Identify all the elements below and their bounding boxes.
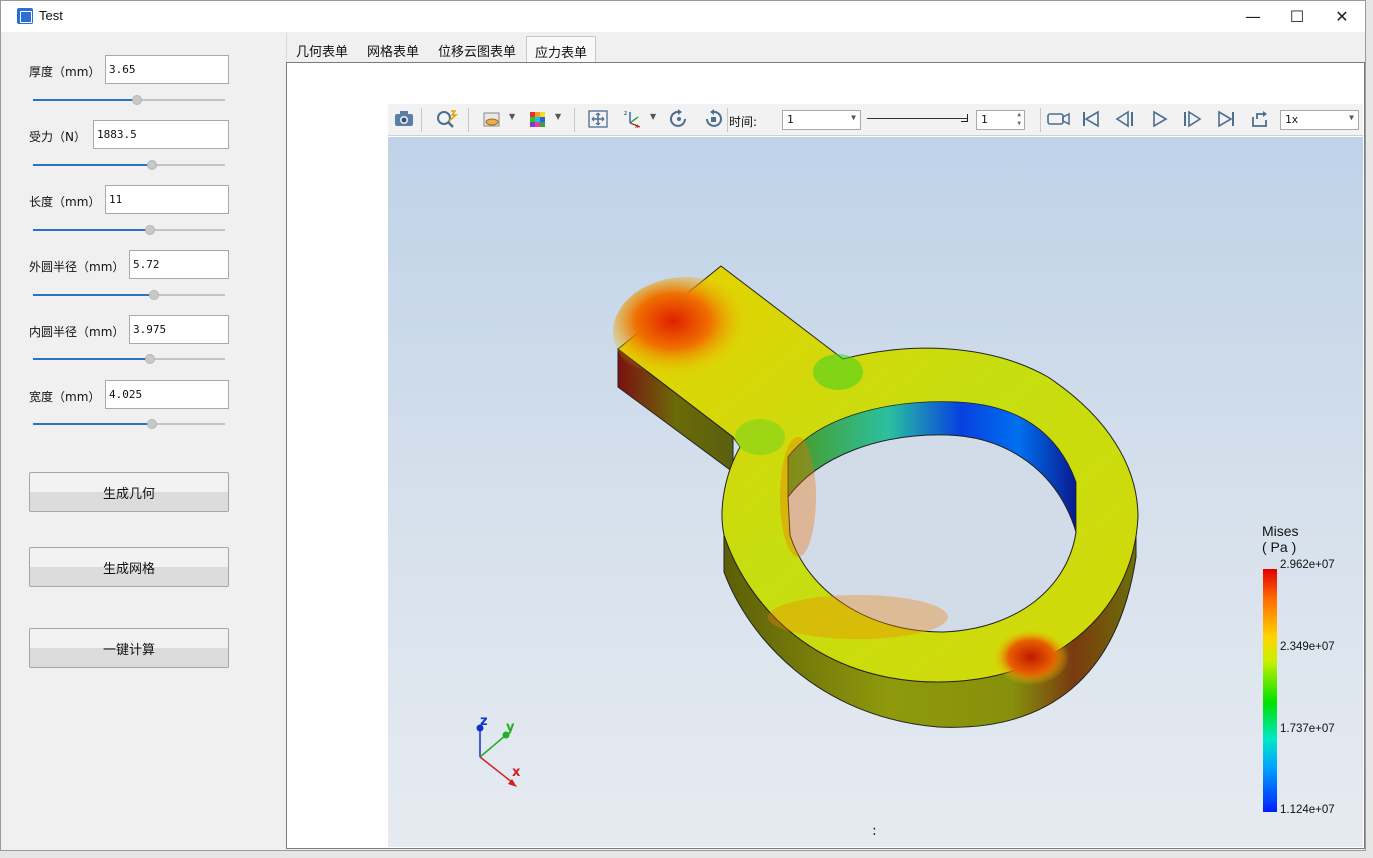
spin-up-icon[interactable]: ▲	[1017, 111, 1021, 118]
chevron-down-icon: ▼	[1349, 113, 1354, 122]
slider-thumb[interactable]	[147, 160, 158, 170]
playback-speed-value: 1x	[1285, 113, 1299, 126]
next-frame-icon[interactable]	[1180, 109, 1204, 131]
width-label: 宽度（mm）	[29, 390, 101, 404]
first-frame-icon[interactable]	[1079, 109, 1103, 131]
svg-text:x: x	[635, 123, 639, 129]
force-label: 受力（N）	[29, 130, 86, 144]
parameter-panel: 厚度（mm） 3.65 受力（N） 1883.5 长度（mm） 11 外圆半径（…	[10, 33, 287, 849]
camera-icon[interactable]	[392, 109, 416, 131]
legend-title-line2: ( Pa )	[1262, 539, 1297, 555]
chevron-down-icon[interactable]: ▼	[555, 112, 561, 121]
inner-radius-input[interactable]: 3.975	[129, 315, 229, 344]
outer-radius-label: 外圆半径（mm）	[29, 260, 125, 274]
time-spin-value: 1	[981, 113, 988, 126]
slider-thumb[interactable]	[145, 225, 156, 235]
compute-button[interactable]: 一键计算	[29, 628, 229, 668]
inner-radius-label: 内圆半径（mm）	[29, 325, 125, 339]
outer-radius-input[interactable]: 5.72	[129, 250, 229, 279]
title-bar: Test — ☐ ✕	[1, 1, 1365, 32]
legend-color-bar	[1263, 569, 1277, 812]
time-label: 时间:	[729, 115, 758, 129]
app-icon	[17, 8, 33, 24]
spin-down-icon[interactable]: ▼	[1017, 120, 1021, 127]
force-slider[interactable]	[33, 160, 225, 170]
z-axis-label: z	[480, 714, 488, 729]
length-input[interactable]: 11	[105, 185, 229, 214]
minimize-button[interactable]: —	[1230, 1, 1276, 32]
slider-thumb[interactable]	[131, 95, 142, 105]
play-icon[interactable]	[1147, 109, 1171, 131]
record-video-icon[interactable]	[1045, 109, 1073, 131]
generate-mesh-button[interactable]: 生成网格	[29, 547, 229, 587]
close-button[interactable]: ✕	[1319, 1, 1365, 32]
maximize-button[interactable]: ☐	[1274, 1, 1320, 32]
width-slider[interactable]	[33, 419, 225, 429]
previous-frame-icon[interactable]	[1113, 109, 1137, 131]
fit-view-icon[interactable]	[586, 109, 610, 131]
time-spinbox[interactable]: 1 ▲ ▼	[976, 110, 1025, 130]
chevron-down-icon[interactable]: ▼	[509, 112, 515, 121]
thickness-input[interactable]: 3.65	[105, 55, 229, 84]
length-slider[interactable]	[33, 225, 225, 235]
legend-title: Mises ( Pa )	[1262, 523, 1299, 555]
outer-radius-slider[interactable]	[33, 290, 225, 300]
legend-title-line1: Mises	[1262, 523, 1299, 539]
last-frame-icon[interactable]	[1214, 109, 1238, 131]
tab-mesh[interactable]: 网格表单	[358, 36, 428, 63]
time-slider-thumb[interactable]	[961, 114, 968, 122]
status-text: :	[872, 823, 877, 839]
time-step-combo[interactable]: 1 ▼	[782, 110, 861, 130]
tab-displacement[interactable]: 位移云图表单	[430, 36, 524, 63]
viewer-toolbar: ▼ ▼ zx ▼ 时间: 1 ▼ 1 ▲ ▼ 1x ▼	[388, 104, 1363, 136]
length-label: 长度（mm）	[29, 195, 101, 209]
loop-icon[interactable]	[1248, 109, 1272, 131]
slider-thumb[interactable]	[145, 354, 156, 364]
x-axis-label: x	[512, 765, 521, 780]
magnify-icon[interactable]	[435, 109, 459, 131]
window-title: Test	[39, 8, 63, 23]
generate-geometry-button[interactable]: 生成几何	[29, 472, 229, 512]
rotate-cw-icon[interactable]	[667, 109, 691, 131]
clip-plane-icon[interactable]	[480, 109, 504, 131]
chevron-down-icon: ▼	[851, 113, 856, 122]
y-axis-label: y	[506, 720, 515, 735]
svg-text:z: z	[624, 110, 627, 117]
legend-label-2: 2.349e+07	[1280, 641, 1335, 653]
stress-model[interactable]: z y x	[388, 137, 1363, 847]
chevron-down-icon[interactable]: ▼	[650, 112, 656, 121]
slider-thumb[interactable]	[147, 419, 158, 429]
axes-triad: z y x	[476, 714, 521, 787]
width-input[interactable]: 4.025	[105, 380, 229, 409]
thickness-label: 厚度（mm）	[29, 65, 101, 79]
force-input[interactable]: 1883.5	[93, 120, 229, 149]
playback-speed-combo[interactable]: 1x ▼	[1280, 110, 1359, 130]
main-window: Test — ☐ ✕ 厚度（mm） 3.65 受力（N） 1883.5 长度（m…	[0, 0, 1366, 851]
tab-stress[interactable]: 应力表单	[526, 36, 596, 63]
legend-label-min: 1.124e+07	[1280, 804, 1335, 816]
slider-thumb[interactable]	[148, 290, 159, 300]
color-map-icon[interactable]	[526, 109, 550, 131]
tab-geometry[interactable]: 几何表单	[287, 36, 357, 63]
thickness-slider[interactable]	[33, 95, 225, 105]
time-slider[interactable]	[867, 114, 969, 124]
axes-orientation-icon[interactable]: zx	[621, 109, 645, 131]
legend-label-max: 2.962e+07	[1280, 559, 1335, 571]
legend-label-3: 1.737e+07	[1280, 723, 1335, 735]
3d-viewport[interactable]: z y x Mises ( Pa ) 2.962e+07 2.349e+07 1…	[388, 137, 1363, 847]
inner-radius-slider[interactable]	[33, 354, 225, 364]
rotate-ccw-icon[interactable]	[701, 109, 725, 131]
time-step-value: 1	[787, 113, 794, 126]
